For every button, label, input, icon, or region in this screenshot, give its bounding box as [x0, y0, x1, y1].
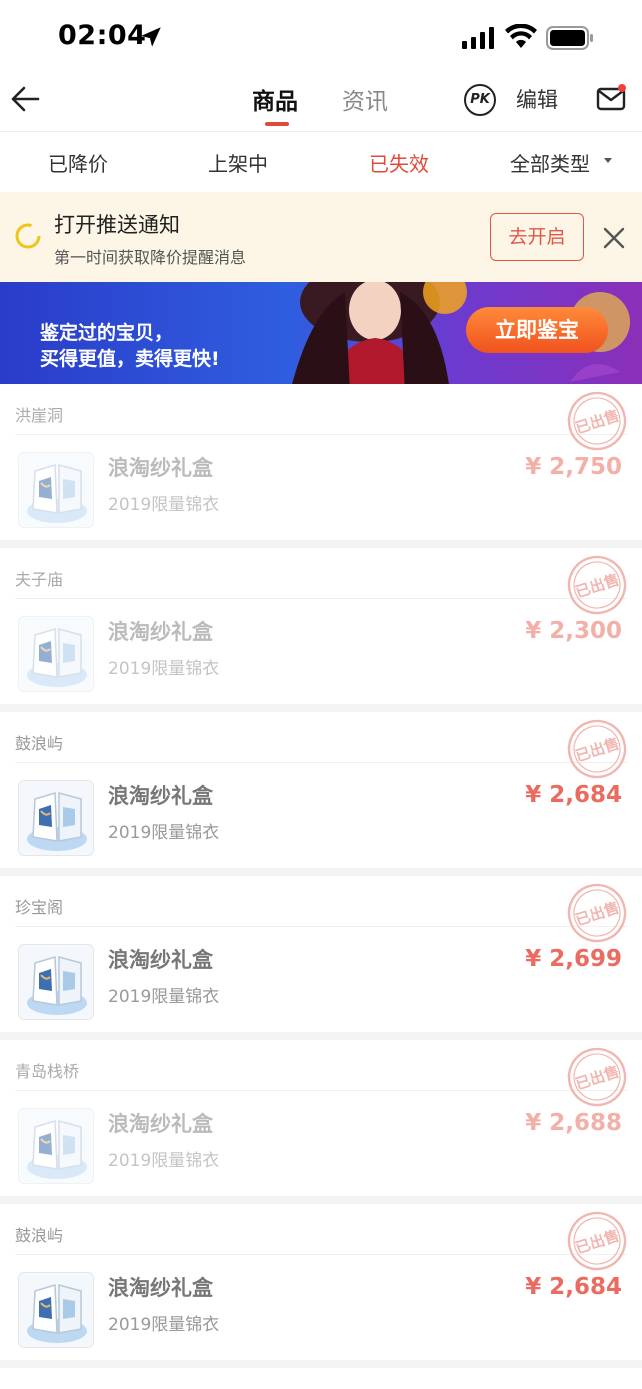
sold-stamp-icon: 已出售 — [567, 1211, 627, 1271]
store-name: 青岛栈桥 — [15, 1062, 80, 1081]
product-card[interactable]: 鼓浪屿 浪淘纱礼盒 2019限量锦衣 ¥ 2,684 已出售 — [0, 712, 642, 868]
unread-dot-badge — [618, 84, 626, 92]
nav-bar: 商品 资讯 PK 编辑 — [0, 70, 642, 132]
product-subtitle: 2019限量锦衣 — [108, 1315, 220, 1335]
store-name: 洪崖洞 — [15, 406, 64, 425]
store-name: 鼓浪屿 — [15, 1226, 64, 1245]
card-separator — [0, 1196, 642, 1204]
svg-text:已出售: 已出售 — [573, 898, 621, 929]
notice-title: 打开推送通知 — [54, 213, 180, 237]
product-thumbnail — [18, 1272, 94, 1348]
svg-text:已出售: 已出售 — [573, 406, 621, 437]
battery-icon — [546, 26, 593, 50]
filter-expired[interactable]: 已失效 — [369, 148, 429, 177]
product-name: 浪淘纱礼盒 — [108, 1276, 213, 1300]
product-name: 浪淘纱礼盒 — [108, 784, 213, 808]
filter-on-shelf[interactable]: 上架中 — [208, 148, 268, 177]
svg-text:已出售: 已出售 — [573, 1226, 621, 1257]
product-subtitle: 2019限量锦衣 — [108, 659, 220, 679]
filter-all-types[interactable]: 全部类型 — [510, 148, 590, 177]
close-icon[interactable] — [602, 226, 626, 250]
product-price: ¥ 2,688 — [525, 1110, 622, 1136]
notice-subtitle: 第一时间获取降价提醒消息 — [54, 248, 247, 267]
character-illustration — [292, 282, 467, 384]
product-name: 浪淘纱礼盒 — [108, 620, 213, 644]
product-thumbnail — [18, 780, 94, 856]
product-card[interactable]: 夫子庙 浪淘纱礼盒 2019限量锦衣 ¥ 2,300 已出售 — [0, 548, 642, 704]
filter-price-dropped[interactable]: 已降价 — [48, 148, 108, 177]
gift-box-icon — [27, 1284, 87, 1343]
product-card[interactable]: 青岛栈桥 浪淘纱礼盒 2019限量锦衣 ¥ 2,688 已出售 — [0, 1040, 642, 1196]
enable-notifications-button[interactable]: 去开启 — [490, 213, 584, 261]
product-subtitle: 2019限量锦衣 — [108, 1151, 220, 1171]
status-bar: 02:04 — [0, 0, 642, 70]
cellular-signal-icon — [462, 27, 494, 49]
divider — [15, 926, 627, 927]
product-subtitle: 2019限量锦衣 — [108, 823, 220, 843]
card-separator — [0, 704, 642, 712]
store-name: 鼓浪屿 — [15, 734, 64, 753]
gift-box-icon — [27, 1120, 87, 1179]
card-separator — [0, 1032, 642, 1040]
gift-box-icon — [27, 628, 87, 687]
banner-tagline-1: 鉴定过的宝贝， — [40, 322, 174, 344]
card-separator — [0, 1360, 642, 1368]
store-name: 夫子庙 — [15, 570, 64, 589]
product-price: ¥ 2,699 — [525, 946, 622, 972]
sold-stamp-icon: 已出售 — [567, 1047, 627, 1107]
back-arrow-icon[interactable] — [8, 82, 42, 116]
product-name: 浪淘纱礼盒 — [108, 1112, 213, 1136]
divider — [15, 434, 627, 435]
sold-stamp-icon: 已出售 — [567, 719, 627, 779]
product-thumbnail — [18, 616, 94, 692]
product-price: ¥ 2,750 — [525, 454, 622, 480]
status-time: 02:04 — [58, 20, 147, 51]
divider — [15, 1090, 627, 1091]
tab-active-indicator — [265, 122, 289, 126]
card-separator — [0, 540, 642, 548]
product-subtitle: 2019限量锦衣 — [108, 987, 220, 1007]
edit-button[interactable]: 编辑 — [516, 84, 558, 114]
pk-compare-icon[interactable]: PK — [464, 84, 496, 116]
product-name: 浪淘纱礼盒 — [108, 456, 213, 480]
banner-tagline-2: 买得更值，卖得更快! — [40, 348, 220, 370]
product-price: ¥ 2,684 — [525, 782, 622, 808]
appraise-now-button[interactable]: 立即鉴宝 — [466, 307, 608, 353]
push-notification-banner: 打开推送通知 第一时间获取降价提醒消息 去开启 — [0, 192, 642, 282]
tab-news[interactable]: 资讯 — [342, 82, 388, 116]
product-subtitle: 2019限量锦衣 — [108, 495, 220, 515]
loading-ring-icon — [15, 223, 41, 249]
sold-stamp-icon: 已出售 — [567, 391, 627, 451]
wifi-icon — [505, 24, 537, 48]
divider — [15, 598, 627, 599]
gift-box-icon — [27, 792, 87, 851]
store-name: 珍宝阁 — [15, 898, 64, 917]
caret-down-icon — [604, 158, 612, 163]
card-separator — [0, 868, 642, 876]
product-price: ¥ 2,684 — [525, 1274, 622, 1300]
filter-bar: 已降价 上架中 已失效 全部类型 — [0, 132, 642, 192]
product-card[interactable]: 洪崖洞 浪淘纱礼盒 2019限量锦衣 ¥ 2,750 已出售 — [0, 384, 642, 540]
gift-box-icon — [27, 956, 87, 1015]
product-price: ¥ 2,300 — [525, 618, 622, 644]
location-arrow-icon — [141, 27, 161, 47]
product-card[interactable]: 珍宝阁 浪淘纱礼盒 2019限量锦衣 ¥ 2,699 已出售 — [0, 876, 642, 1032]
product-thumbnail — [18, 1108, 94, 1184]
product-thumbnail — [18, 944, 94, 1020]
appraisal-promo-banner[interactable]: 鉴定过的宝贝， 买得更值，卖得更快! 立即鉴宝 — [0, 282, 642, 384]
divider — [15, 1254, 627, 1255]
svg-text:已出售: 已出售 — [573, 1062, 621, 1093]
svg-text:已出售: 已出售 — [573, 734, 621, 765]
tab-products[interactable]: 商品 — [252, 82, 298, 116]
gift-box-icon — [27, 464, 87, 523]
sold-stamp-icon: 已出售 — [567, 883, 627, 943]
product-card[interactable]: 鼓浪屿 浪淘纱礼盒 2019限量锦衣 ¥ 2,684 已出售 — [0, 1204, 642, 1360]
product-thumbnail — [18, 452, 94, 528]
svg-text:已出售: 已出售 — [573, 570, 621, 601]
divider — [15, 762, 627, 763]
product-name: 浪淘纱礼盒 — [108, 948, 213, 972]
sold-stamp-icon: 已出售 — [567, 555, 627, 615]
